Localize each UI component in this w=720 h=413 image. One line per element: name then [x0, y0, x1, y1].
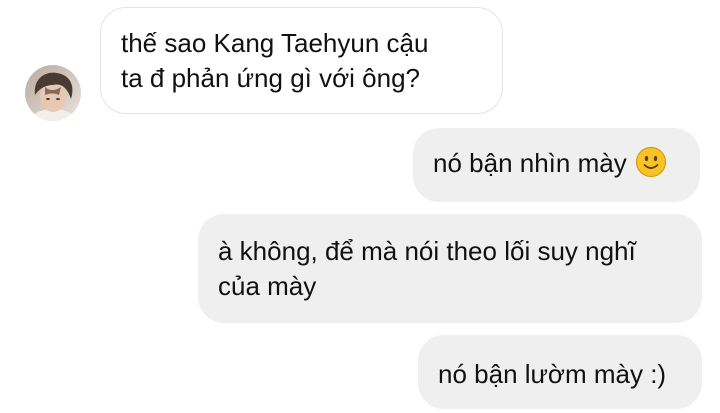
message-text-line: nó bận nhìn mày: [433, 146, 680, 181]
avatar[interactable]: [25, 65, 81, 121]
contact-photo: [25, 65, 81, 121]
incoming-message-bubble[interactable]: thế sao Kang Taehyun cậu ta đ phản ứng g…: [100, 7, 503, 114]
message-text-line: à không, để mà nói theo lối suy nghĩ: [218, 236, 636, 266]
outgoing-message-bubble[interactable]: nó bận lườm mày :): [418, 335, 702, 409]
message-text-line: ta đ phản ứng gì với ông?: [121, 63, 420, 93]
message-text-line: nó bận lườm mày :): [438, 359, 667, 389]
message-text-line: của mày: [218, 271, 317, 301]
outgoing-message-bubble[interactable]: à không, để mà nói theo lối suy nghĩ của…: [198, 214, 702, 323]
message-text: nó bận nhìn mày: [433, 148, 627, 178]
outgoing-message-bubble[interactable]: nó bận nhìn mày: [413, 128, 700, 202]
slightly-smiling-face-icon: [635, 146, 666, 178]
chat-thread: thế sao Kang Taehyun cậu ta đ phản ứng g…: [0, 0, 720, 413]
message-text-line: thế sao Kang Taehyun cậu: [121, 28, 429, 58]
